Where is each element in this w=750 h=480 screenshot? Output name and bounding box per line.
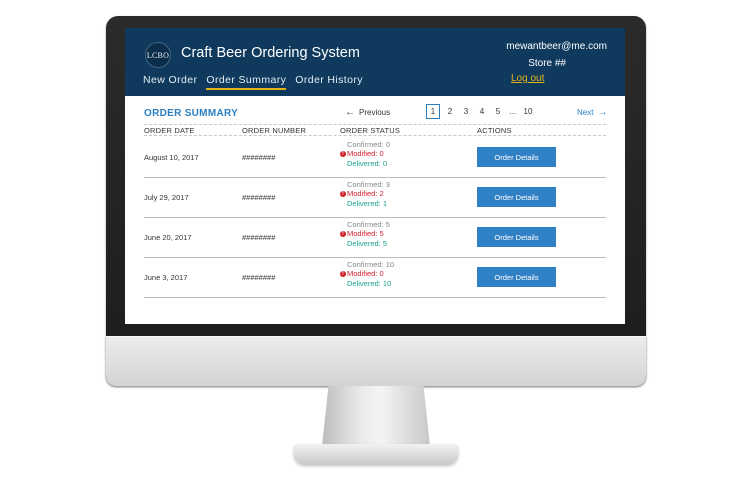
confirmed-count: Confirmed: 0: [347, 140, 390, 149]
modified-count: Modified: 2: [347, 189, 384, 199]
order-details-button[interactable]: Order Details: [477, 187, 556, 207]
previous-label: Previous: [359, 108, 391, 117]
section-title: ORDER SUMMARY: [144, 108, 239, 119]
column-header-actions: ACTIONS: [477, 126, 512, 135]
user-email: mewantbeer@me.com: [506, 41, 607, 52]
page-button-3[interactable]: 3: [458, 107, 474, 116]
page-button-4[interactable]: 4: [474, 107, 490, 116]
arrow-left-icon: ←: [345, 106, 355, 118]
modified-count: Modified: 0: [347, 269, 384, 279]
modified-status: ! Modified: 0: [340, 149, 390, 158]
monitor-stand-neck: [322, 386, 430, 446]
main-nav: New Order Order Summary Order History: [143, 74, 363, 90]
app-header: LCBO Craft Beer Ordering System New Orde…: [125, 28, 625, 96]
order-number: ########: [242, 153, 276, 162]
page-button-5[interactable]: 5: [490, 107, 506, 116]
page-button-10[interactable]: 10: [520, 107, 536, 116]
previous-page-button[interactable]: ← Previous: [345, 106, 391, 118]
order-number: ########: [242, 193, 276, 202]
monitor-stand-base: [294, 444, 458, 464]
page-ellipsis: ...: [509, 107, 517, 116]
logout-link[interactable]: Log out: [511, 73, 544, 84]
desktop-scene: LCBO Craft Beer Ordering System New Orde…: [0, 0, 750, 480]
monitor-chin: [106, 336, 646, 386]
order-status: Confirmed: 3 ! Modified: 2 Delivered: 1: [340, 180, 390, 208]
store-label: Store ##: [528, 58, 566, 69]
delivered-count: Delivered: 0: [347, 158, 388, 168]
order-details-button[interactable]: Order Details: [477, 147, 556, 167]
next-label: Next: [577, 108, 594, 117]
delivered-count: Delivered: 5: [347, 238, 388, 248]
confirmed-count: Confirmed: 5: [347, 220, 390, 229]
arrow-right-icon: →: [597, 106, 608, 118]
info-icon: !: [340, 230, 346, 237]
modified-status: ! Modified: 0: [340, 269, 394, 278]
pagination: 1 2 3 4 5 ... 10: [426, 104, 536, 119]
order-date: June 20, 2017: [144, 233, 192, 242]
delivered-count: Delivered: 1: [347, 198, 388, 208]
table-row: August 10, 2017 ######## Confirmed: 0 ! M…: [144, 138, 606, 178]
column-header-order-date: ORDER DATE: [144, 126, 195, 135]
column-header-order-number: ORDER NUMBER: [242, 126, 307, 135]
modified-status: ! Modified: 2: [340, 189, 390, 198]
info-icon: !: [340, 270, 346, 277]
info-icon: !: [340, 190, 346, 197]
order-number: ########: [242, 233, 276, 242]
tab-order-history[interactable]: Order History: [295, 74, 363, 90]
table-row: July 29, 2017 ######## Confirmed: 3 ! Mod…: [144, 178, 606, 218]
table-row: June 3, 2017 ######## Confirmed: 10 ! Mod…: [144, 258, 606, 298]
tab-order-summary[interactable]: Order Summary: [206, 74, 287, 90]
confirmed-count: Confirmed: 10: [347, 260, 395, 269]
page-button-1[interactable]: 1: [426, 104, 440, 119]
order-number: ########: [242, 273, 276, 282]
order-details-button[interactable]: Order Details: [477, 267, 556, 287]
modified-status: ! Modified: 5: [340, 229, 390, 238]
screen: LCBO Craft Beer Ordering System New Orde…: [125, 28, 625, 324]
lcbo-logo: LCBO: [145, 42, 171, 68]
order-status: Confirmed: 5 ! Modified: 5 Delivered: 5: [340, 220, 390, 248]
next-page-button[interactable]: Next →: [577, 106, 608, 118]
order-status: Confirmed: 0 ! Modified: 0 Delivered: 0: [340, 140, 390, 168]
order-details-button[interactable]: Order Details: [477, 227, 556, 247]
modified-count: Modified: 5: [347, 229, 384, 239]
info-icon: !: [340, 150, 346, 157]
order-date: August 10, 2017: [144, 153, 199, 162]
order-date: June 3, 2017: [144, 273, 188, 282]
table-row: June 20, 2017 ######## Confirmed: 5 ! Mod…: [144, 218, 606, 258]
modified-count: Modified: 0: [347, 149, 384, 159]
table-header: ORDER DATE ORDER NUMBER ORDER STATUS ACT…: [144, 124, 606, 136]
confirmed-count: Confirmed: 3: [347, 180, 390, 189]
order-status: Confirmed: 10 ! Modified: 0 Delivered: 10: [340, 260, 394, 288]
order-date: July 29, 2017: [144, 193, 189, 202]
tab-new-order[interactable]: New Order: [143, 74, 197, 90]
app-title: Craft Beer Ordering System: [181, 45, 360, 61]
column-header-order-status: ORDER STATUS: [340, 126, 401, 135]
delivered-count: Delivered: 10: [347, 278, 392, 288]
page-button-2[interactable]: 2: [442, 107, 458, 116]
